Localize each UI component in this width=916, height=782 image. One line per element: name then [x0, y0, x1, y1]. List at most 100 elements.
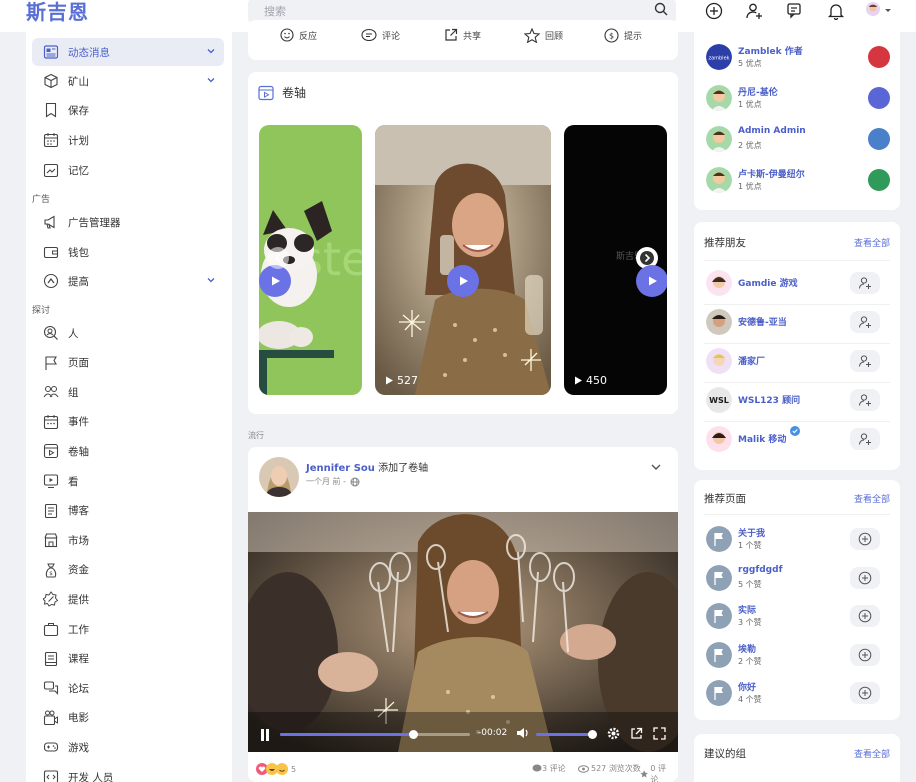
page-avatar[interactable] — [706, 526, 732, 552]
volume-thumb[interactable] — [588, 730, 597, 739]
video-progress-thumb[interactable] — [409, 730, 418, 739]
contributor-name[interactable]: Zamblek 作者 — [738, 44, 803, 57]
post-options-chevron-icon[interactable] — [650, 461, 662, 476]
avatar[interactable] — [706, 270, 732, 296]
friend-name[interactable]: Gamdie 游戏 — [738, 276, 798, 289]
sidebar-item-blog[interactable]: 博客 — [32, 497, 224, 525]
suggested-friend-row[interactable]: 安德鲁-亚当 — [704, 305, 890, 341]
sidebar-item-courses[interactable]: 课程 — [32, 645, 224, 673]
reel-item[interactable]: 527 — [375, 125, 551, 395]
author-avatar[interactable] — [259, 457, 299, 497]
sidebar-item-boost[interactable]: 提高 — [32, 267, 224, 295]
play-button[interactable] — [259, 265, 291, 297]
app-logo[interactable]: 斯吉恩 — [26, 0, 89, 25]
user-avatar[interactable] — [865, 1, 895, 22]
sidebar-item-wallet[interactable]: 钱包 — [32, 238, 224, 266]
sidebar-item-reels[interactable]: 卷轴 — [32, 437, 224, 465]
chevron-down-icon[interactable] — [206, 75, 216, 88]
sidebar-item-memories[interactable]: 记忆 — [32, 156, 224, 184]
suggested-friend-row[interactable]: 潘家厂 — [704, 344, 890, 380]
avatar[interactable] — [706, 426, 732, 452]
page-avatar[interactable] — [706, 641, 732, 668]
reels-prev-button[interactable] — [267, 247, 289, 269]
post-time[interactable]: 一个月 前 - — [306, 476, 346, 487]
page-name[interactable]: rggfdgdf — [738, 565, 782, 575]
friend-name[interactable]: WSL123 顾问 — [738, 393, 800, 406]
follow-page-button[interactable] — [850, 682, 880, 704]
reactions-summary[interactable]: 5 — [256, 763, 296, 775]
add-friend-button[interactable] — [850, 272, 880, 294]
suggested-groups-see-all[interactable]: 查看全部 — [854, 747, 890, 760]
author-name[interactable]: Jennifer Sou — [306, 463, 375, 474]
sidebar-item-ads-manager[interactable]: 广告管理器 — [32, 208, 224, 236]
chevron-down-icon[interactable] — [206, 46, 216, 59]
contributor-name[interactable]: Admin Admin — [738, 126, 806, 136]
tip-button[interactable]: $ 提示 — [604, 28, 642, 43]
suggested-friend-row[interactable]: Gamdie 游戏 — [704, 266, 890, 302]
suggested-page-row[interactable]: 你好 4 个赞 — [704, 676, 890, 712]
play-button[interactable] — [447, 265, 479, 297]
comments-count[interactable]: 3 评论 — [532, 763, 566, 774]
sidebar-item-store[interactable]: 市场 — [32, 526, 224, 554]
reel-item[interactable]: ste — [259, 125, 362, 395]
avatar[interactable]: WSL — [706, 387, 732, 413]
chevron-down-icon[interactable] — [206, 275, 216, 288]
page-name[interactable]: 你好 — [738, 680, 756, 693]
friend-name[interactable]: 潘家厂 — [738, 354, 765, 367]
follow-page-button[interactable] — [850, 566, 880, 589]
follow-page-button[interactable] — [850, 528, 880, 550]
post-video[interactable]: -00:02 — [248, 512, 678, 752]
page-avatar[interactable] — [706, 680, 732, 706]
follow-page-button[interactable] — [850, 643, 880, 666]
volume-slider[interactable] — [536, 730, 597, 739]
friend-name[interactable]: 安德鲁-亚当 — [738, 315, 787, 328]
add-friend-button[interactable] — [850, 389, 880, 411]
sidebar-item-group[interactable]: 组 — [32, 378, 224, 406]
top-contributor-row[interactable]: Admin Admin 2 优点 — [704, 122, 890, 158]
top-contributor-row[interactable]: 丹尼-基伦 1 优点 — [704, 81, 890, 117]
share-button[interactable]: 共享 — [444, 28, 481, 42]
suggested-friends-see-all[interactable]: 查看全部 — [854, 236, 890, 249]
page-name[interactable]: 关于我 — [738, 526, 765, 539]
comment-button[interactable]: 评论 — [361, 28, 400, 42]
friend-name[interactable]: Malik 移动 — [738, 432, 786, 445]
page-name[interactable]: 实际 — [738, 603, 756, 616]
video-progress-bar[interactable] — [280, 730, 470, 739]
sidebar-item-offers[interactable]: 提供 — [32, 585, 224, 613]
sidebar-item-mines[interactable]: 矿山 — [32, 67, 224, 95]
contributor-name[interactable]: 丹尼-基伦 — [738, 85, 778, 98]
sidebar-item-news-feed[interactable]: 动态消息 — [32, 38, 224, 66]
react-button[interactable]: 反应 — [280, 28, 317, 42]
sidebar-item-saved[interactable]: 保存 — [32, 96, 224, 124]
page-avatar[interactable] — [706, 564, 732, 591]
suggested-page-row[interactable]: 埃勒 2 个赞 — [704, 638, 890, 674]
open-external-icon[interactable] — [630, 727, 643, 743]
review-button[interactable]: 回顾 — [524, 28, 563, 43]
sidebar-item-game[interactable]: 游戏 — [32, 733, 224, 761]
sidebar-item-watch[interactable]: 看 — [32, 467, 224, 495]
pause-icon[interactable] — [260, 729, 270, 744]
fullscreen-icon[interactable] — [653, 727, 666, 743]
reviews-count[interactable]: 0 评论 — [640, 763, 670, 782]
add-friend-button[interactable] — [850, 350, 880, 372]
sidebar-item-schedule[interactable]: 计划 — [32, 126, 224, 154]
avatar[interactable]: zamblek — [706, 44, 732, 70]
suggested-page-row[interactable]: 关于我 1 个赞 — [704, 522, 890, 558]
avatar[interactable] — [706, 348, 732, 374]
add-friend-button[interactable] — [850, 311, 880, 333]
top-contributor-row[interactable]: zamblek Zamblek 作者 5 优点 — [704, 40, 890, 76]
suggested-friend-row[interactable]: WSL WSL123 顾问 — [704, 383, 890, 419]
sidebar-item-funding[interactable]: $ 资金 — [32, 556, 224, 584]
play-button[interactable] — [636, 265, 667, 297]
volume-icon[interactable] — [516, 727, 530, 742]
avatar[interactable] — [706, 126, 732, 152]
sidebar-item-people-search[interactable]: 人 — [32, 319, 224, 347]
sidebar-item-briefcase[interactable]: 工作 — [32, 615, 224, 643]
sidebar-item-developer[interactable]: 开发 人员 — [32, 763, 224, 782]
avatar[interactable] — [706, 309, 732, 335]
suggested-page-row[interactable]: 实际 3 个赞 — [704, 599, 890, 635]
sidebar-item-flag[interactable]: 页面 — [32, 349, 224, 377]
contributor-name[interactable]: 卢卡斯-伊曼纽尔 — [738, 167, 805, 180]
top-contributor-row[interactable]: 卢卡斯-伊曼纽尔 1 优点 — [704, 163, 890, 199]
reel-item[interactable]: 斯吉恩 450 — [564, 125, 667, 395]
